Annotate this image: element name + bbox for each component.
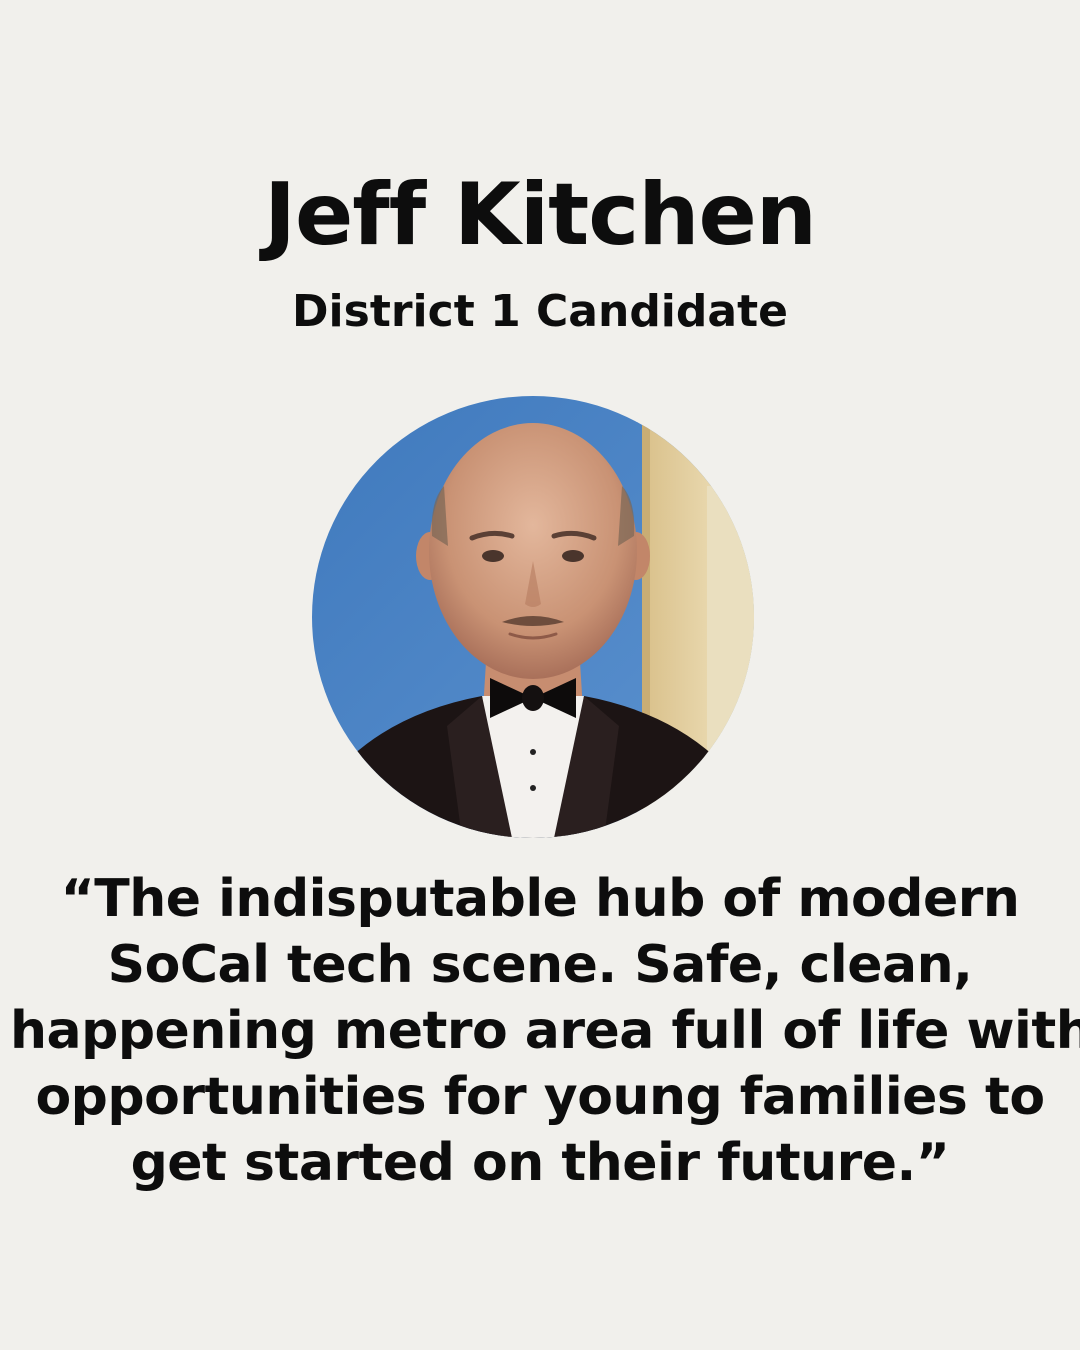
- candidate-photo: [312, 396, 754, 838]
- quote-line: opportunities for young families to: [35, 1067, 1045, 1127]
- candidate-name: Jeff Kitchen: [263, 165, 817, 265]
- quote-line: “The indisputable hub of modern: [60, 869, 1020, 929]
- candidate-quote: “The indisputable hub of modern SoCal te…: [10, 866, 1080, 1196]
- quote-line: happening metro area full of life with: [10, 1001, 1080, 1061]
- quote-line: SoCal tech scene. Safe, clean,: [107, 935, 973, 995]
- candidate-title: District 1 Candidate: [292, 286, 788, 337]
- quote-line: get started on their future.”: [130, 1133, 950, 1193]
